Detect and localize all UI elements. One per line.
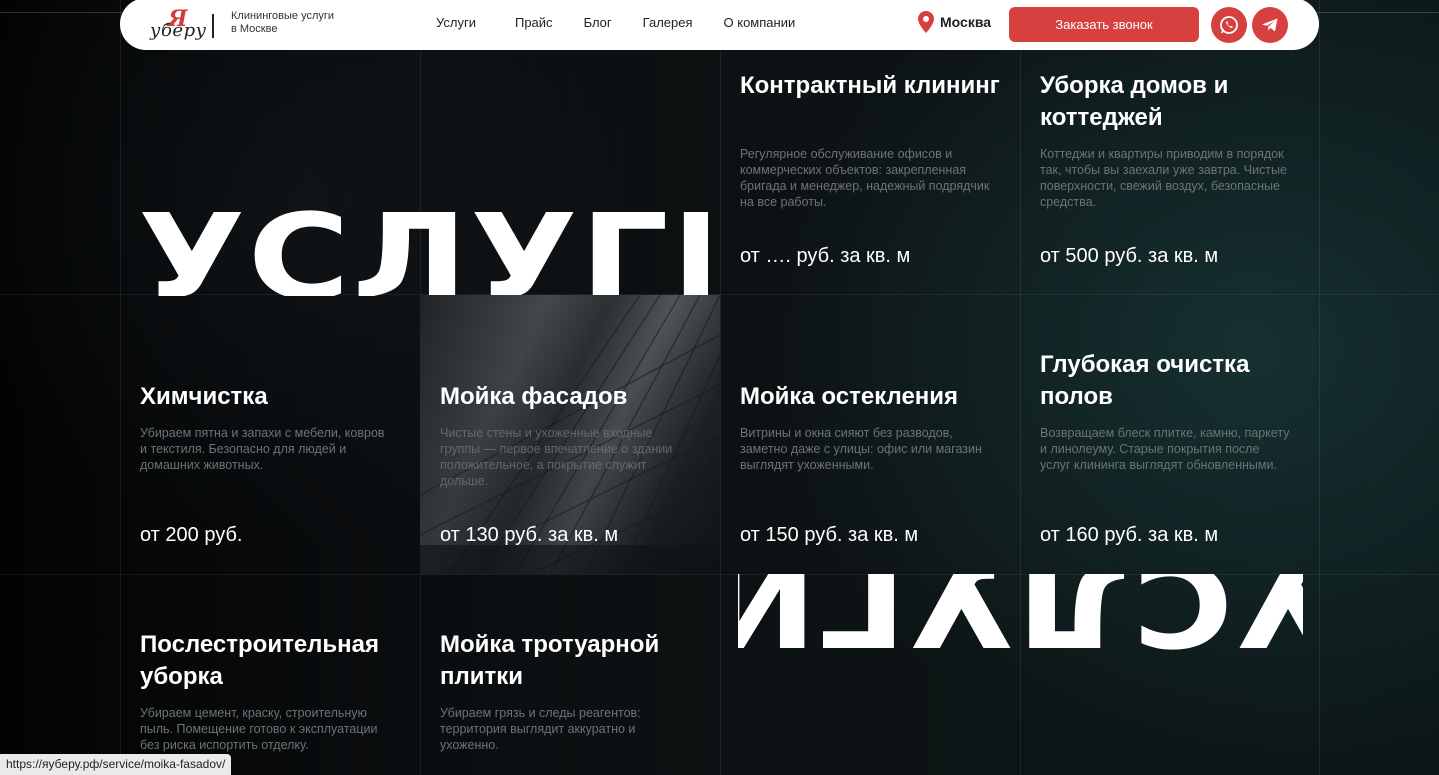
- card-price: от 500 руб. за кв. м: [1040, 245, 1219, 267]
- telegram-button[interactable]: [1252, 7, 1288, 43]
- card-description: Убираем грязь и следы реагентов: террито…: [440, 706, 641, 752]
- card-title: Послестроительная уборка: [140, 631, 380, 690]
- card-price: от 160 руб. за кв. м: [1040, 524, 1219, 546]
- nav-item-price[interactable]: Прайс: [515, 15, 553, 30]
- nav-item-services[interactable]: Услуги: [436, 15, 476, 30]
- card-title: Уборка домов и коттеджей: [1040, 72, 1229, 131]
- card-title: Мойка тротуарной плитки: [440, 631, 660, 690]
- service-card[interactable]: Мойка остекления Витрины и окна сияют бе…: [720, 295, 1020, 575]
- service-card[interactable]: Глубокая очистка полов Возвращаем блеск …: [1020, 295, 1320, 575]
- card-description: Убираем пятна и запахи с мебели, ковров …: [140, 426, 385, 472]
- nav-item-blog[interactable]: Блог: [584, 15, 612, 30]
- whatsapp-icon: [1220, 16, 1238, 34]
- card-title: Мойка фасадов: [440, 383, 628, 410]
- logo[interactable]: уберу Я: [148, 6, 218, 42]
- nav-item-gallery[interactable]: Галерея: [643, 15, 693, 30]
- service-card[interactable]: Мойка тротуарной плитки Убираем грязь и …: [420, 575, 720, 775]
- logo-broom-icon: [212, 14, 214, 38]
- status-bar-url: https://яуберу.рф/service/moika-fasadov/: [0, 754, 232, 775]
- service-card[interactable]: Уборка домов и коттеджей Коттеджи и квар…: [1020, 14, 1320, 294]
- card-description: Коттеджи и квартиры приводим в порядок т…: [1040, 147, 1287, 209]
- site-header: уберу Я Клининговые услуги в Москве Услу…: [120, 0, 1319, 50]
- card-price: от 130 руб. за кв. м: [440, 524, 619, 546]
- hero-title-mirrored: УСЛУГИ: [738, 574, 1303, 664]
- card-title: Глубокая очистка полов: [1040, 351, 1250, 410]
- card-title: Мойка остекления: [740, 383, 959, 410]
- logo-ya: Я: [168, 6, 188, 32]
- card-title: Контрактный клининг: [740, 72, 1000, 99]
- service-card[interactable]: Химчистка Убираем пятна и запахи с мебел…: [120, 295, 420, 575]
- service-card[interactable]: Контрактный клининг Регулярное обслужива…: [720, 14, 1020, 294]
- service-card[interactable]: Послестроительная уборка Убираем цемент,…: [120, 575, 420, 775]
- city-selector[interactable]: Москва: [918, 11, 991, 33]
- card-description: Витрины и окна сияют без разводов, замет…: [740, 426, 982, 472]
- service-card-facade[interactable]: Мойка фасадов Чистые стены и ухоженные в…: [420, 295, 720, 574]
- card-description: Чистые стены и ухоженные входные группы …: [440, 426, 673, 488]
- card-price: от 150 руб. за кв. м: [740, 524, 919, 546]
- hero-title-text: УСЛУГИ: [138, 188, 708, 296]
- page: уберу Я Клининговые услуги в Москве Услу…: [0, 0, 1439, 775]
- main-nav: Услуги Прайс Блог Галерея О компании: [436, 15, 795, 30]
- nav-item-about[interactable]: О компании: [724, 15, 796, 30]
- card-description: Регулярное обслуживание офисов и коммерч…: [740, 147, 990, 209]
- location-pin-icon: [918, 11, 934, 33]
- hero-title-mirrored-text: УСЛУГИ: [738, 574, 1303, 664]
- telegram-icon: [1262, 18, 1278, 32]
- card-price: от …. руб. за кв. м: [740, 245, 911, 267]
- hero-title: УСЛУГИ: [138, 180, 708, 296]
- card-description: Убираем цемент, краску, строительную пыл…: [140, 706, 378, 752]
- card-title: Химчистка: [140, 383, 268, 410]
- whatsapp-button[interactable]: [1211, 7, 1247, 43]
- city-name: Москва: [940, 14, 992, 30]
- order-call-button[interactable]: Заказать звонок: [1009, 7, 1199, 42]
- card-description: Возвращаем блеск плитке, камню, паркету …: [1040, 426, 1290, 472]
- card-price: от 200 руб.: [140, 524, 243, 546]
- tagline: Клининговые услуги в Москве: [231, 10, 335, 35]
